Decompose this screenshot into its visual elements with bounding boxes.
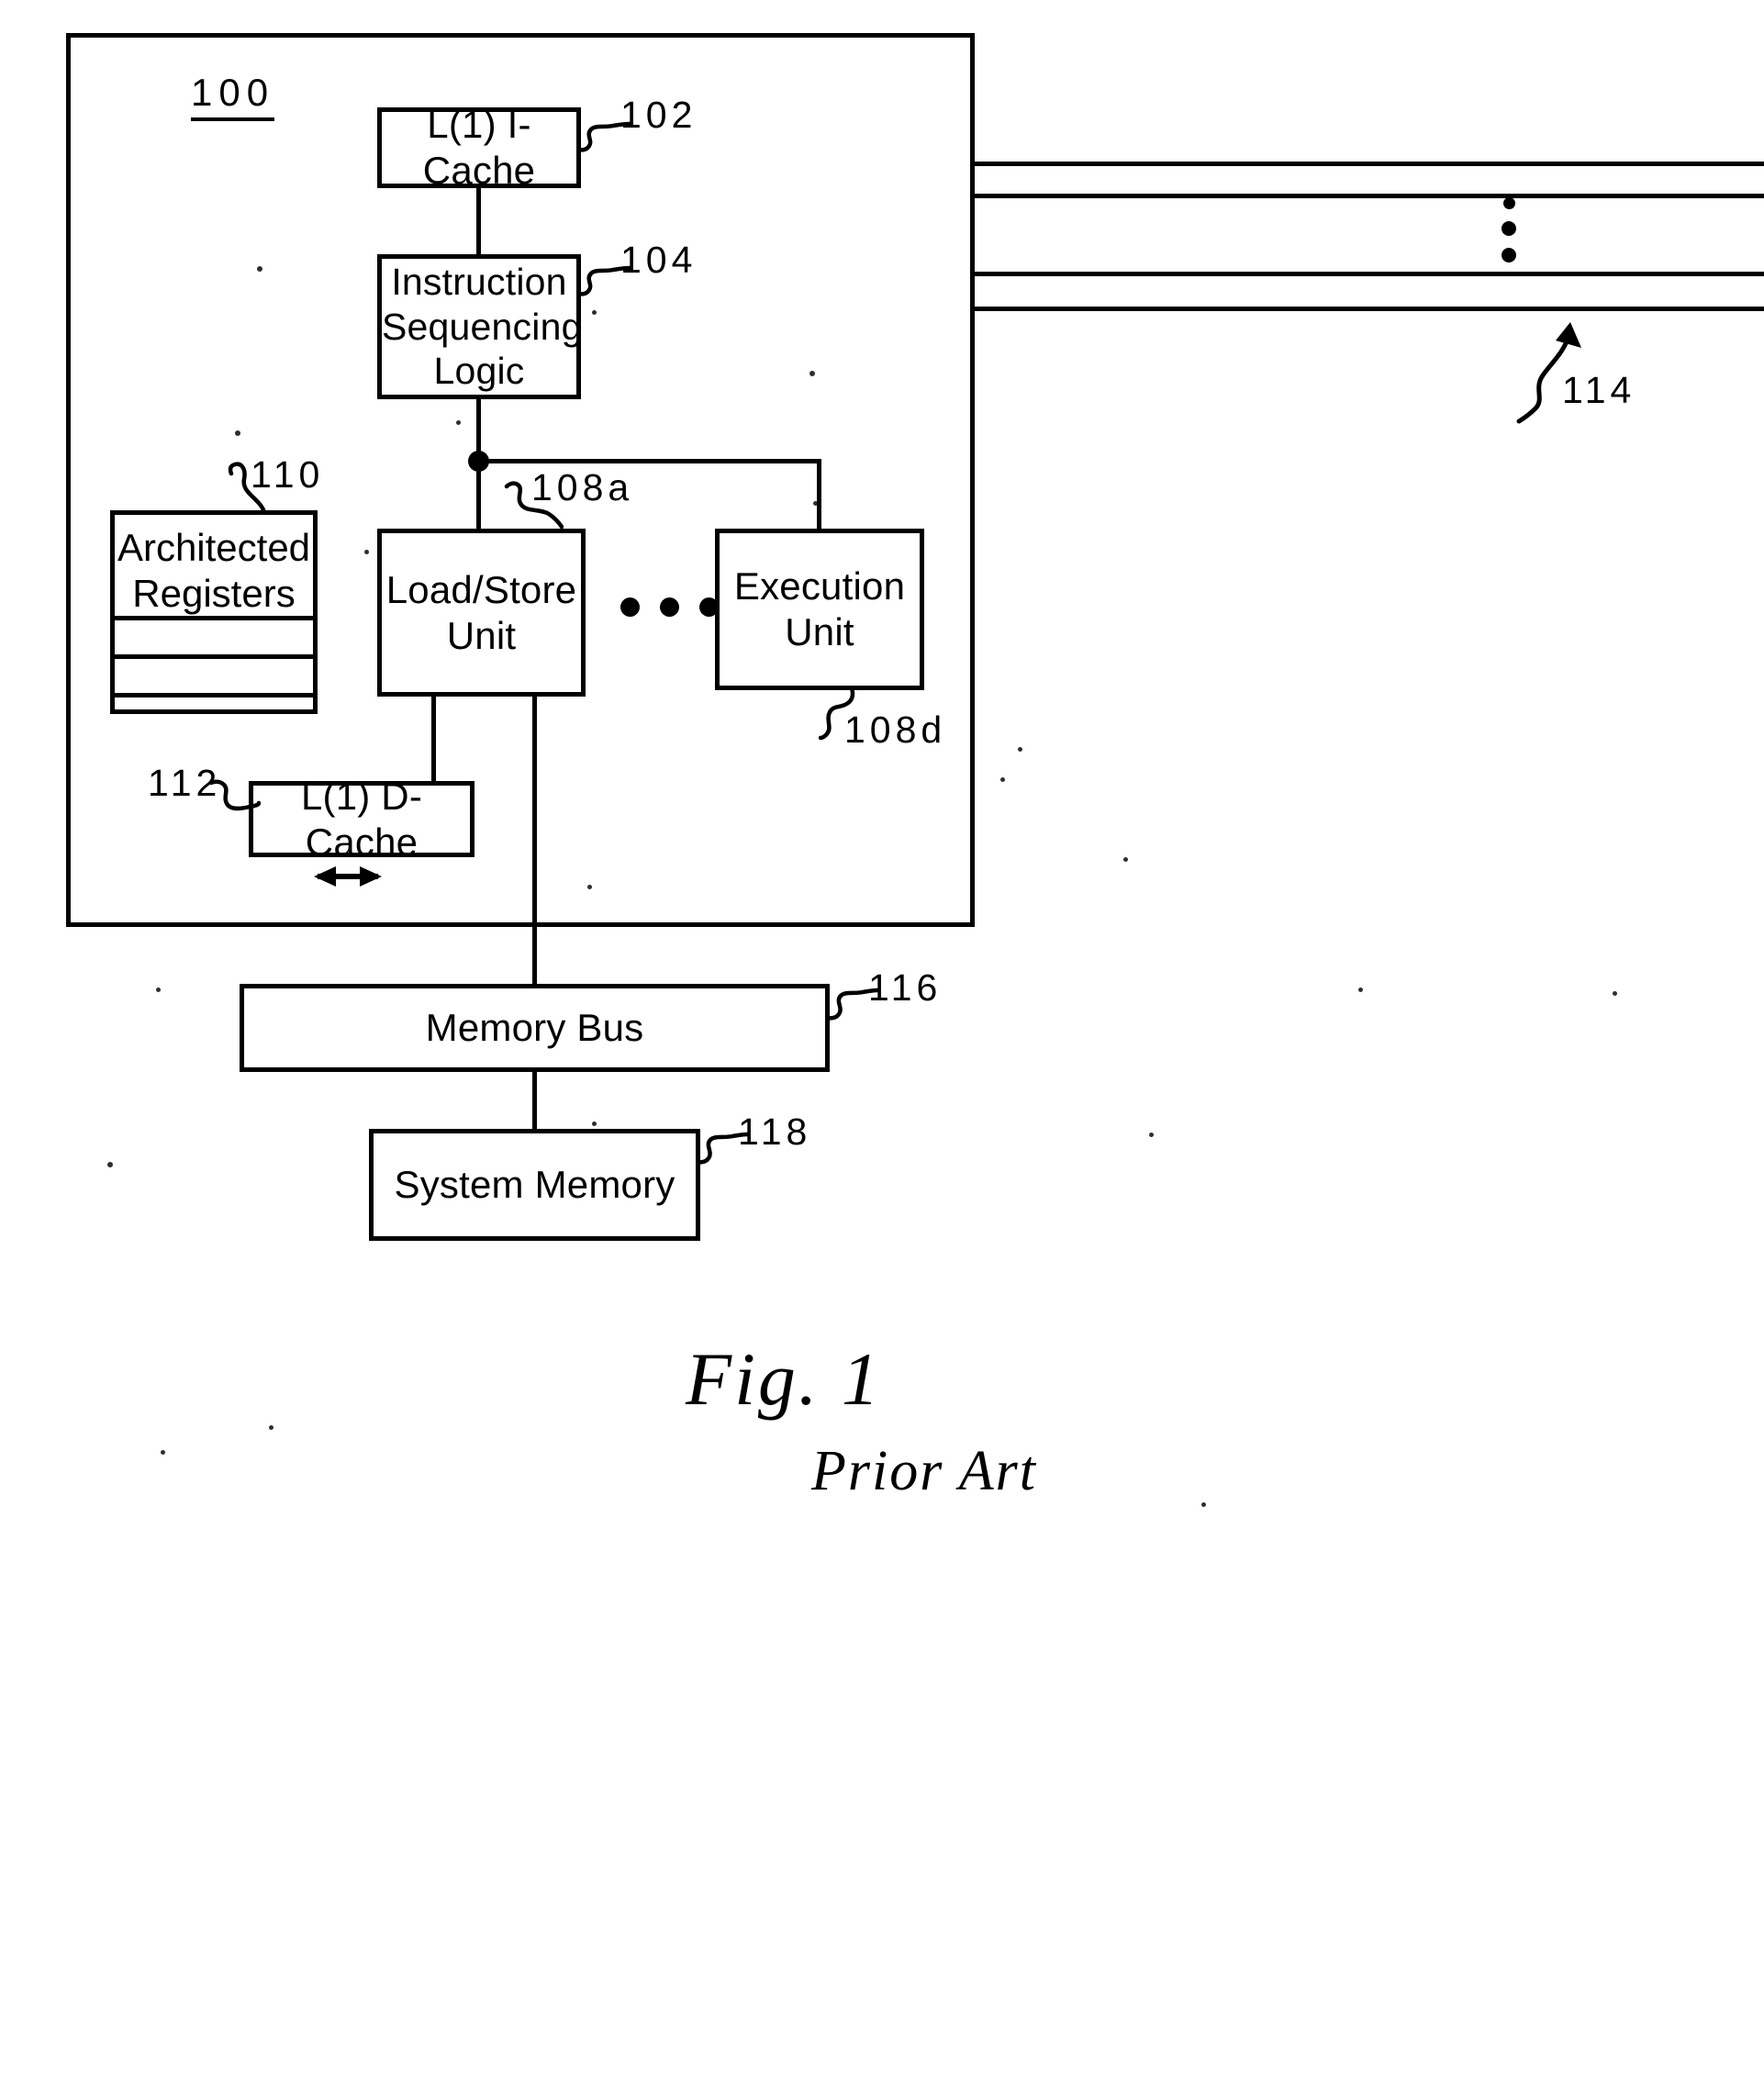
interconnect-line [975, 272, 1764, 276]
scan-speck [1018, 747, 1022, 752]
scan-speck [1149, 1133, 1154, 1137]
block-architected-registers: Architected Registers [110, 510, 318, 714]
block-memory-bus-label: Memory Bus [425, 1006, 644, 1050]
ellipsis-execution-units [620, 597, 719, 617]
scan-speck [107, 1162, 113, 1167]
scan-speck [1123, 857, 1128, 862]
block-l1-icache: L(1) I-Cache [377, 103, 581, 192]
block-l1-dcache: L(1) D-Cache [249, 775, 474, 864]
arch-regs-label-line-1: Architected [117, 526, 311, 569]
numeral-110: 110 [251, 453, 325, 496]
exec-label-line-1: Execution [733, 564, 906, 608]
scan-speck [161, 1450, 165, 1455]
block-instruction-sequencing-logic: Instruction Sequencing Logic [377, 254, 583, 399]
register-row [115, 616, 313, 654]
numeral-118: 118 [738, 1110, 812, 1153]
scan-speck [269, 1425, 274, 1430]
block-execution-unit: Execution Unit [715, 529, 924, 690]
scan-speck [592, 1122, 597, 1126]
isl-label-line-2: Sequencing [382, 305, 583, 348]
numeral-114: 114 [1562, 369, 1636, 411]
block-l1-icache-label: L(1) I-Cache [422, 103, 536, 192]
block-l1-dcache-label: L(1) D-Cache [300, 774, 423, 864]
ellipsis-dot [1502, 248, 1516, 262]
numeral-112: 112 [148, 762, 222, 804]
figure-subtitle: Prior Art [811, 1440, 1037, 1502]
block-system-memory: System Memory [369, 1129, 700, 1241]
system-numeral-100-text: 100 [191, 71, 275, 114]
interconnect-line [975, 194, 1764, 198]
numeral-104: 104 [620, 239, 698, 281]
scan-speck [364, 550, 369, 554]
numeral-116: 116 [868, 966, 943, 1009]
scan-speck [456, 420, 461, 425]
ellipsis-dot [620, 597, 640, 617]
numeral-102: 102 [620, 94, 698, 136]
scan-speck [592, 310, 597, 315]
scan-speck [1613, 991, 1617, 996]
numeral-108d: 108d [844, 709, 947, 751]
scan-speck [1201, 1502, 1206, 1507]
system-numeral-100: 100 [191, 71, 275, 121]
isl-label-line-1: Instruction [391, 261, 567, 304]
register-row [115, 693, 313, 731]
register-row [115, 654, 313, 693]
scan-speck [235, 430, 240, 436]
isl-label-line-3: Logic [433, 350, 525, 393]
figure-title: Fig. 1 [686, 1337, 882, 1421]
ellipsis-dot [1502, 197, 1515, 209]
connector-branch-to-execution-unit [817, 459, 821, 531]
arch-regs-label-line-2: Registers [132, 571, 296, 615]
exec-label-line-2: Unit [785, 610, 854, 653]
lsu-label-line-2: Unit [446, 613, 517, 657]
scan-speck [809, 371, 815, 376]
connector-lsu-to-dcache [431, 693, 436, 785]
scan-speck [587, 885, 592, 889]
interconnect-line [975, 307, 1764, 311]
ellipsis-dot [1502, 221, 1516, 236]
scan-speck [257, 266, 262, 272]
interconnect-line [975, 162, 1764, 166]
connector-memory-bus-to-system-memory [532, 1068, 537, 1130]
scan-speck [813, 501, 818, 506]
connector-branch-horizontal [476, 459, 821, 463]
connector-icache-to-isl [476, 186, 481, 256]
patent-figure-page: 100 L(1) I-Cache 102 Instruction Sequenc… [0, 0, 1764, 2087]
block-system-memory-label: System Memory [394, 1163, 675, 1207]
ellipsis-dot [660, 597, 679, 617]
block-memory-bus: Memory Bus [240, 984, 830, 1072]
lsu-label-line-1: Load/Store [385, 567, 577, 611]
block-load-store-unit: Load/Store Unit [377, 529, 586, 697]
scan-speck [1000, 777, 1005, 782]
connector-lsu-to-memory-bus [532, 693, 537, 987]
numeral-108a: 108a [531, 466, 634, 508]
scan-speck [1358, 988, 1363, 992]
scan-speck [156, 988, 161, 992]
interconnect-ellipsis [1502, 197, 1516, 262]
